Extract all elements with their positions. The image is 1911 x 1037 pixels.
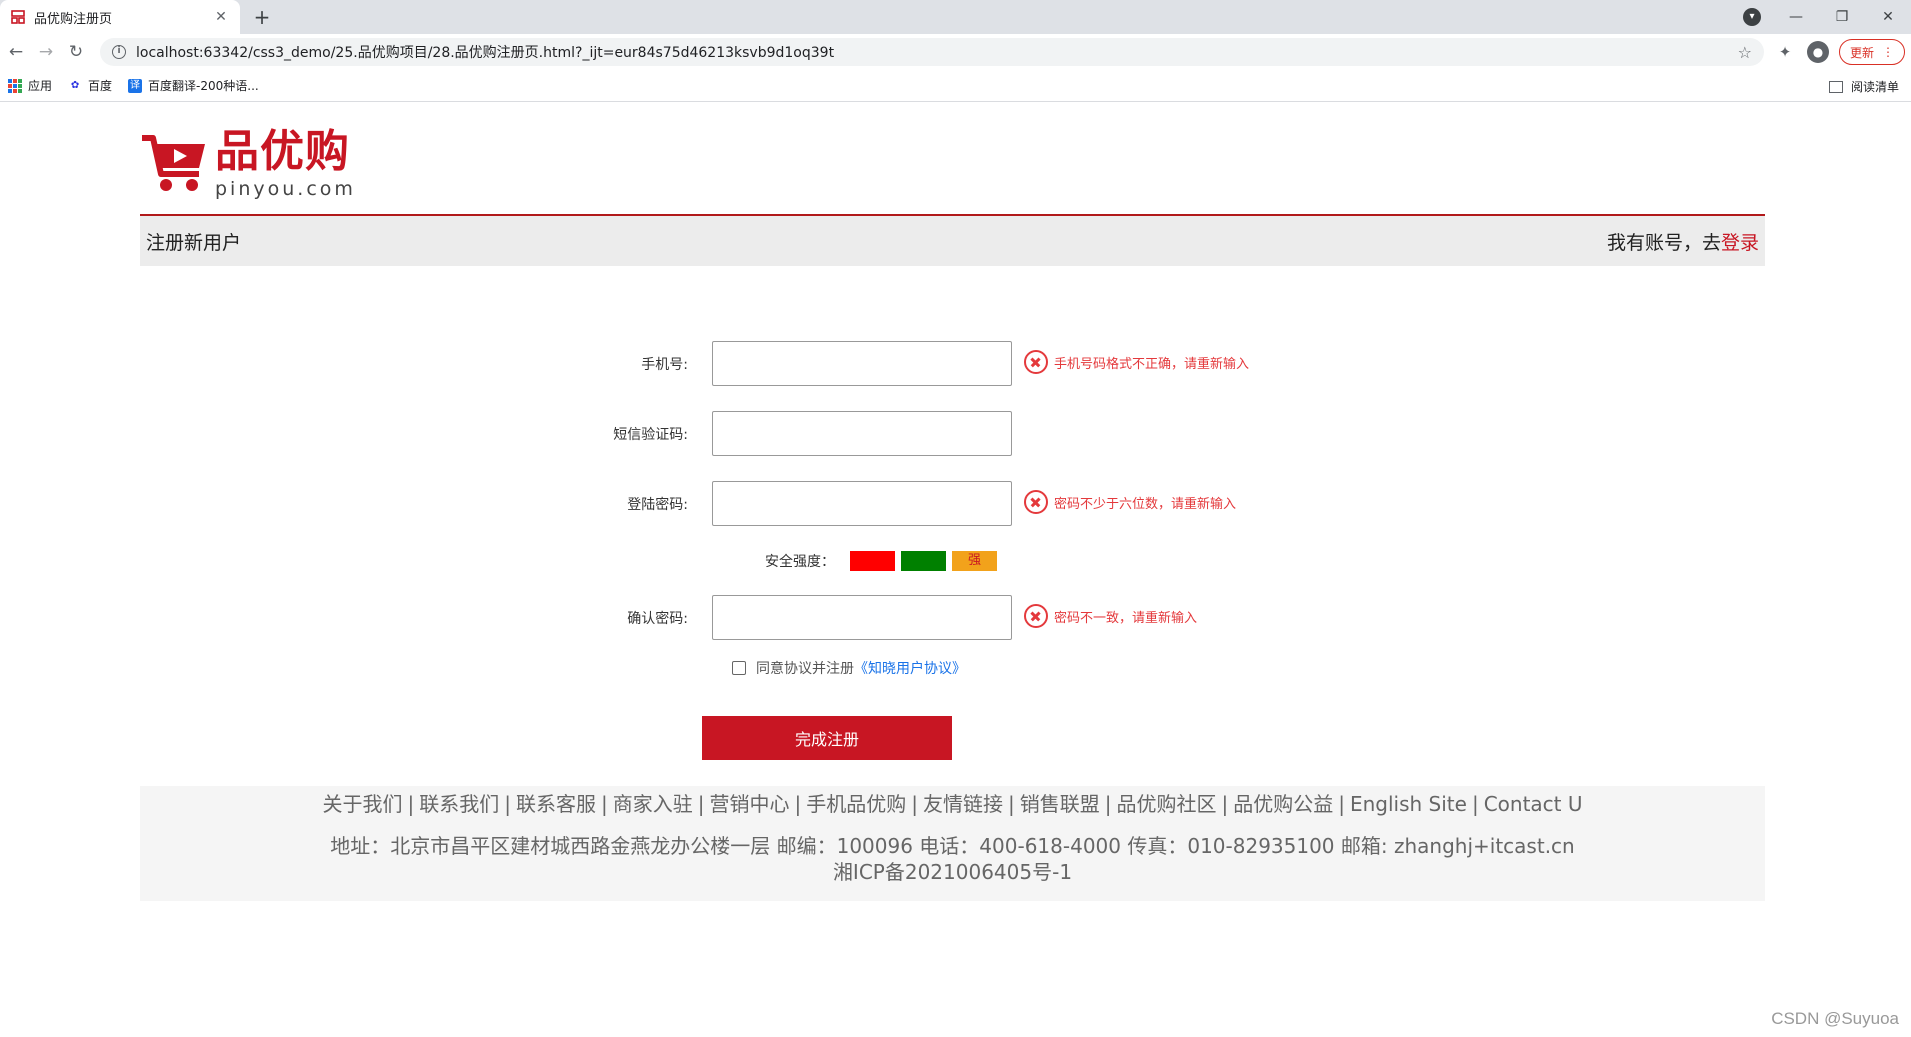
password-label: 登陆密码: <box>627 497 688 513</box>
bookmark-label: 应用 <box>28 79 53 93</box>
user-agreement-link[interactable]: 《知晓用户协议》 <box>854 658 966 678</box>
footer-link[interactable]: 品优购社区 <box>1116 792 1216 816</box>
back-icon[interactable]: ← <box>2 38 30 66</box>
logo-en-text: pinyou.com <box>215 178 356 200</box>
shopping-cart-logo-icon <box>142 135 205 191</box>
toolbar-right: ✦ ● 更新 ⋮ <box>1773 38 1905 66</box>
strength-weak: 弱 <box>850 551 895 571</box>
footer-link[interactable]: 销售联盟 <box>1020 792 1100 816</box>
logo-text: 品优购 pinyou.com <box>215 126 356 201</box>
error-x-icon <box>1024 604 1048 628</box>
reload-icon[interactable]: ↻ <box>62 38 90 66</box>
reading-list-icon <box>1828 80 1843 93</box>
login-prefix: 我有账号，去 <box>1606 231 1721 254</box>
footer-links: 关于我们 | 联系我们 | 联系客服 | 商家入驻 | 营销中心 | 手机品优购 | 友情链接 | 销售联盟… <box>322 792 1583 816</box>
strength-medium: 中 <box>901 551 946 571</box>
tab-close-icon[interactable]: ✕ <box>212 8 230 26</box>
extensions-puzzle-icon[interactable]: ✦ <box>1773 40 1797 64</box>
strength-label: 安全强度： <box>765 554 835 570</box>
strength-strong: 强 <box>952 551 997 571</box>
footer-link[interactable]: 营销中心 <box>709 792 789 816</box>
bookmark-baidu-translate[interactable]: 译 百度翻译-200种语... <box>128 77 259 94</box>
footer-address: 地址：北京市昌平区建材城西路金燕龙办公楼一层 邮编：100096 电话：400-… <box>330 834 1575 858</box>
tab-search-icon[interactable]: ▾ <box>1743 8 1761 26</box>
phone-input[interactable] <box>712 341 1012 386</box>
footer-link[interactable]: 联系我们 <box>419 792 499 816</box>
password-strength: 安全强度： 弱 中 强 <box>765 551 997 571</box>
phone-label: 手机号: <box>641 357 688 373</box>
password-error-text: 密码不少于六位数，请重新输入 <box>1054 496 1237 512</box>
footer-link[interactable]: 品优购公益 <box>1233 792 1333 816</box>
confirm-error-text: 密码不一致，请重新输入 <box>1054 610 1198 626</box>
tab-title: 品优购注册页 <box>34 11 113 27</box>
page-favicon-icon <box>11 10 25 24</box>
login-link[interactable]: 登录 <box>1721 232 1759 254</box>
agree-checkbox[interactable] <box>732 661 746 675</box>
address-bar[interactable]: i localhost:63342/css3_demo/25.品优购项目/28.… <box>100 38 1764 66</box>
footer-icp: 湘ICP备2021006405号-1 <box>832 860 1073 884</box>
confirm-password-error: 密码不一致，请重新输入 <box>1024 604 1197 628</box>
footer-link[interactable]: 关于我们 <box>322 792 402 816</box>
register-header-bar: 注册新用户 我有账号，去登录 <box>140 214 1765 266</box>
window-controls: — ❐ ✕ <box>1773 0 1911 34</box>
forward-icon[interactable]: → <box>32 38 60 66</box>
baidu-paw-icon: ✿ <box>70 79 80 91</box>
translate-icon: 译 <box>128 78 143 93</box>
bookmark-label: 百度翻译-200种语... <box>148 79 259 93</box>
menu-dots-icon: ⋮ <box>1882 45 1894 59</box>
sms-code-input[interactable] <box>712 411 1012 456</box>
bookmarks-bar: 应用 ✿ 百度 译 百度翻译-200种语... 阅读清单 <box>0 70 1911 102</box>
browser-tab-bar: 品优购注册页 ✕ + ▾ — ❐ ✕ <box>0 0 1911 34</box>
confirm-password-label: 确认密码: <box>627 611 688 627</box>
agree-text: 同意协议并注册 <box>756 661 854 677</box>
profile-avatar-icon[interactable]: ● <box>1806 41 1829 63</box>
logo-cn-text: 品优购 <box>215 126 350 177</box>
page-content: 品优购 pinyou.com 注册新用户 我有账号，去登录 手机号: 手机号码格… <box>0 103 1911 1037</box>
footer-link[interactable]: 联系客服 <box>516 792 596 816</box>
reading-list[interactable]: 阅读清单 <box>1828 78 1899 95</box>
csdn-watermark: CSDN @Suyuoa <box>1771 1009 1899 1028</box>
error-x-icon <box>1024 490 1048 514</box>
footer: 关于我们 | 联系我们 | 联系客服 | 商家入驻 | 营销中心 | 手机品优购 | 友情链接 | 销售联盟… <box>140 786 1765 901</box>
site-logo[interactable]: 品优购 pinyou.com <box>139 128 369 203</box>
url-text: localhost:63342/css3_demo/25.品优购项目/28.品优… <box>136 45 835 61</box>
bookmark-baidu[interactable]: ✿ 百度 <box>68 77 112 94</box>
new-tab-icon[interactable]: + <box>250 5 274 29</box>
footer-link[interactable]: 友情链接 <box>923 792 1003 816</box>
restore-icon[interactable]: ❐ <box>1819 2 1865 32</box>
login-prompt: 我有账号，去登录 <box>1607 228 1759 255</box>
submit-register-button[interactable]: 完成注册 <box>702 716 952 760</box>
apps-grid-icon <box>8 78 22 93</box>
close-window-icon[interactable]: ✕ <box>1865 2 1911 32</box>
update-label: 更新 <box>1849 45 1874 60</box>
reading-list-label: 阅读清单 <box>1850 80 1899 94</box>
update-button[interactable]: 更新 ⋮ <box>1838 39 1905 65</box>
bookmark-apps[interactable]: 应用 <box>8 77 52 94</box>
bookmark-label: 百度 <box>88 79 113 93</box>
phone-error-text: 手机号码格式不正确，请重新输入 <box>1054 356 1250 372</box>
footer-link[interactable]: Contact U <box>1484 792 1583 816</box>
footer-link[interactable]: English Site <box>1350 792 1467 816</box>
phone-error: 手机号码格式不正确，请重新输入 <box>1024 350 1249 374</box>
minimize-icon[interactable]: — <box>1773 2 1819 32</box>
site-info-icon[interactable]: i <box>112 45 126 59</box>
browser-toolbar: ← → ↻ i localhost:63342/css3_demo/25.品优购… <box>0 34 1911 70</box>
page-title: 注册新用户 <box>146 231 242 254</box>
agreement-row: 同意协议并注册 《知晓用户协议》 <box>732 658 966 678</box>
sms-code-label: 短信验证码: <box>613 427 688 443</box>
bookmark-star-icon[interactable]: ☆ <box>1738 43 1752 62</box>
confirm-password-input[interactable] <box>712 595 1012 640</box>
password-error: 密码不少于六位数，请重新输入 <box>1024 490 1236 514</box>
browser-tab[interactable]: 品优购注册页 ✕ <box>0 0 240 34</box>
footer-link[interactable]: 商家入驻 <box>613 792 693 816</box>
footer-link[interactable]: 手机品优购 <box>806 792 906 816</box>
password-input[interactable] <box>712 481 1012 526</box>
error-x-icon <box>1024 350 1048 374</box>
